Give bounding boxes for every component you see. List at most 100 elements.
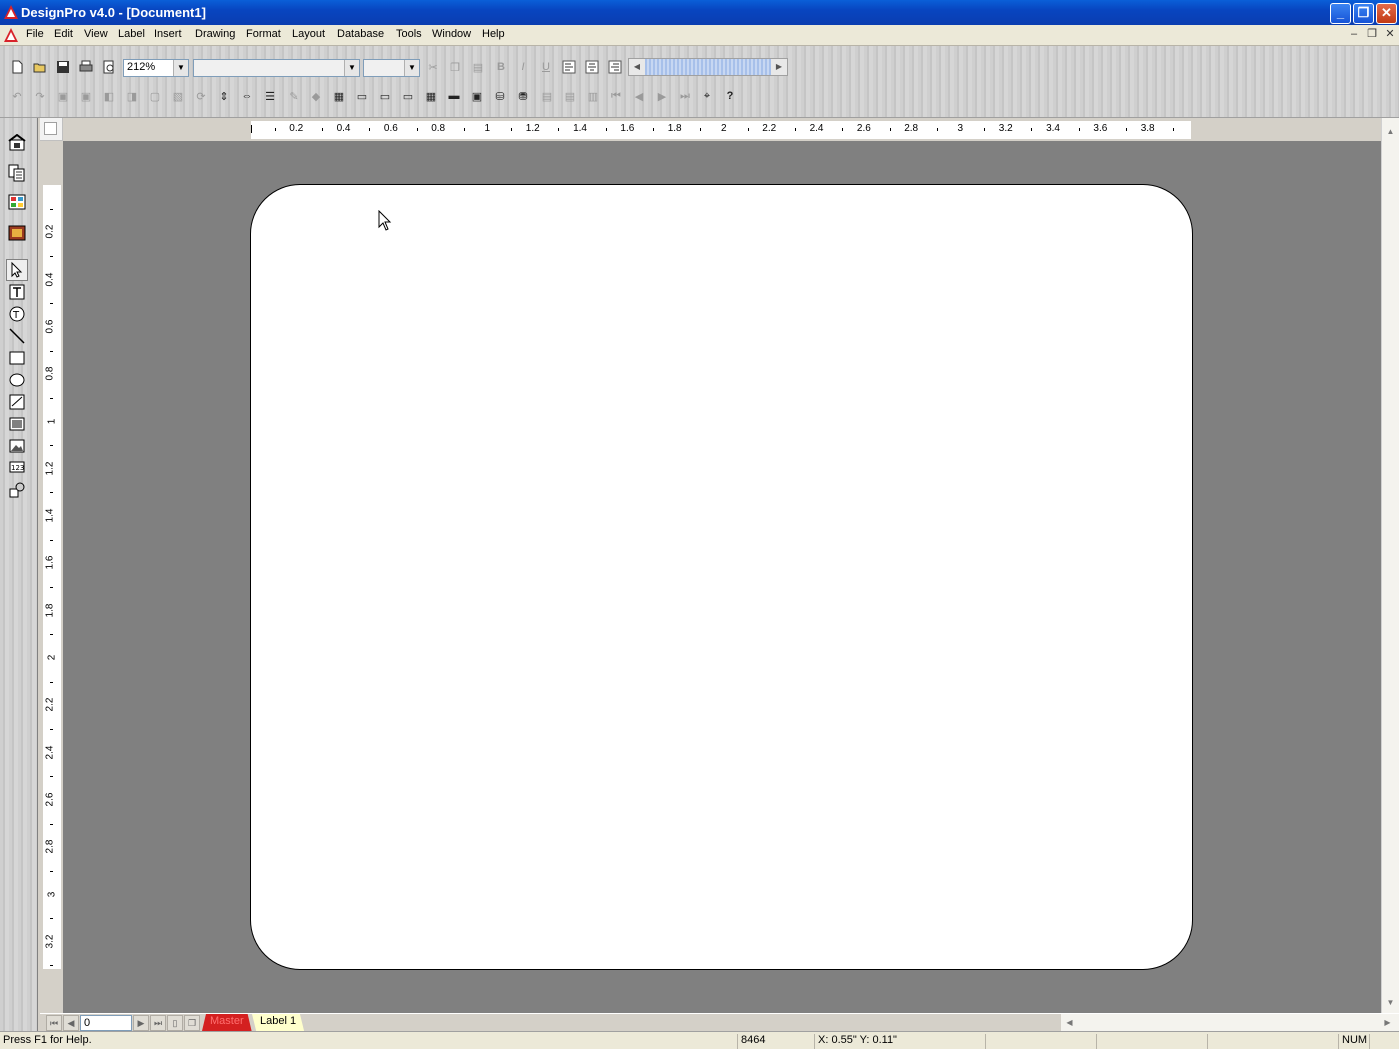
document-icon[interactable] [3,27,19,43]
chevron-left-icon[interactable]: ◀ [629,59,645,75]
tab-master[interactable]: Master [202,1014,252,1031]
cut-icon[interactable]: ✂ [424,58,442,76]
next-record-icon[interactable]: ▶ [653,87,671,105]
home-icon[interactable] [6,132,28,154]
context-help-icon[interactable]: ⌖ [698,87,716,105]
underline-button[interactable]: U [537,58,555,76]
menu-label[interactable]: Label [118,28,145,40]
pen-icon[interactable]: ✎ [285,87,303,105]
pages-icon[interactable] [6,162,28,184]
field-icon[interactable]: ▬ [445,87,463,105]
align-right-icon[interactable] [606,58,624,76]
barcode-tool-icon[interactable] [6,413,28,435]
new-icon[interactable] [8,58,26,76]
mdi-close-button[interactable]: ✕ [1383,28,1397,42]
menu-database[interactable]: Database [337,28,384,40]
align-top-icon[interactable]: ▭ [353,87,371,105]
undo-icon[interactable]: ↶ [8,87,26,105]
ellipse-tool-icon[interactable] [6,369,28,391]
tab-label-1[interactable]: Label 1 [252,1014,305,1031]
redo-icon[interactable]: ↷ [31,87,49,105]
lines-icon[interactable]: ☰ [261,87,279,105]
first-page-icon[interactable]: ⏮ [46,1015,62,1031]
send-backward-icon[interactable]: ◨ [123,87,141,105]
menu-window[interactable]: Window [432,28,471,40]
gallery-icon[interactable] [6,222,28,244]
text-tool-icon[interactable] [6,281,28,303]
table-icon[interactable]: ▦ [422,87,440,105]
ungroup-icon[interactable]: ▧ [169,87,187,105]
templates-icon[interactable] [6,191,28,213]
flip-vertical-icon[interactable]: ⇕ [215,87,233,105]
fill-icon[interactable]: ◆ [307,87,325,105]
chevron-down-icon[interactable]: ▼ [404,60,419,76]
chevron-down-icon[interactable]: ▼ [173,60,188,76]
menu-file[interactable]: File [26,28,44,40]
minimize-button[interactable]: _ [1330,3,1351,24]
align-bottom-icon[interactable]: ▭ [399,87,417,105]
print-icon[interactable] [77,58,95,76]
align-center-icon[interactable] [583,58,601,76]
record-icon[interactable]: ▤ [538,87,556,105]
picture-tool-icon[interactable] [6,435,28,457]
menu-layout[interactable]: Layout [292,28,325,40]
italic-button[interactable]: I [514,58,532,76]
group-icon[interactable]: ▢ [146,87,164,105]
open-icon[interactable] [31,58,49,76]
select-tool-icon[interactable] [6,259,28,281]
mdi-minimize-button[interactable]: – [1347,28,1361,42]
label-canvas[interactable] [250,184,1193,970]
prev-record-icon[interactable]: ◀ [630,87,648,105]
bold-button[interactable]: B [492,58,510,76]
font-name-combo[interactable]: ▼ [193,59,360,77]
next-page-icon[interactable]: ▶ [133,1015,149,1031]
close-button[interactable]: ✕ [1376,3,1397,24]
scroll-left-icon[interactable]: ◀ [1061,1014,1078,1031]
vertical-scrollbar[interactable]: ▲ ▼ [1381,118,1399,1013]
restore-button[interactable]: ❐ [1353,3,1374,24]
last-record-icon[interactable]: ⏭ [676,87,694,105]
align-middle-icon[interactable]: ▭ [376,87,394,105]
page-number-input[interactable]: 0 [80,1015,132,1031]
bring-front-icon[interactable]: ▣ [54,87,72,105]
rectangle-tool-icon[interactable] [6,347,28,369]
font-size-combo[interactable]: ▼ [363,59,420,77]
database-icon[interactable]: ⛁ [491,87,509,105]
workspace[interactable] [63,141,1381,1013]
menu-format[interactable]: Format [246,28,281,40]
picture-field-icon[interactable]: ▣ [468,87,486,105]
zoom-combo[interactable]: 212% ▼ [123,59,189,77]
last-page-icon[interactable]: ⏭ [150,1015,166,1031]
menu-insert[interactable]: Insert [154,28,182,40]
scroll-down-icon[interactable]: ▼ [1382,994,1399,1011]
menu-tools[interactable]: Tools [396,28,422,40]
menu-view[interactable]: View [84,28,108,40]
art-text-tool-icon[interactable]: T [6,303,28,325]
send-back-icon[interactable]: ▣ [77,87,95,105]
menu-edit[interactable]: Edit [54,28,73,40]
copy-page-icon[interactable]: ❐ [184,1015,200,1031]
copy-icon[interactable]: ❐ [446,58,464,76]
line-tool-icon[interactable] [6,325,28,347]
record-edit-icon[interactable]: ▥ [584,87,602,105]
align-left-icon[interactable] [560,58,578,76]
menu-help[interactable]: Help [482,28,505,40]
record-list-icon[interactable]: ▤ [561,87,579,105]
paste-icon[interactable]: ▤ [469,58,487,76]
freeform-tool-icon[interactable] [6,391,28,413]
slider-track[interactable] [645,59,771,75]
horizontal-scrollbar[interactable]: ◀ ▶ [1061,1014,1399,1031]
chevron-right-icon[interactable]: ▶ [771,59,787,75]
menu-drawing[interactable]: Drawing [195,28,235,40]
print-preview-icon[interactable] [100,58,118,76]
scroll-up-icon[interactable]: ▲ [1382,123,1399,140]
scroll-right-icon[interactable]: ▶ [1379,1014,1396,1031]
rotate-icon[interactable]: ⟳ [192,87,210,105]
numbering-tool-icon[interactable]: 123 [6,456,28,478]
merge-icon[interactable]: ⛃ [514,87,532,105]
grid-icon[interactable]: ▦ [330,87,348,105]
bring-forward-icon[interactable]: ◧ [100,87,118,105]
help-icon[interactable]: ? [721,87,739,105]
shapes-tool-icon[interactable] [6,479,28,501]
prev-page-icon[interactable]: ◀ [63,1015,79,1031]
